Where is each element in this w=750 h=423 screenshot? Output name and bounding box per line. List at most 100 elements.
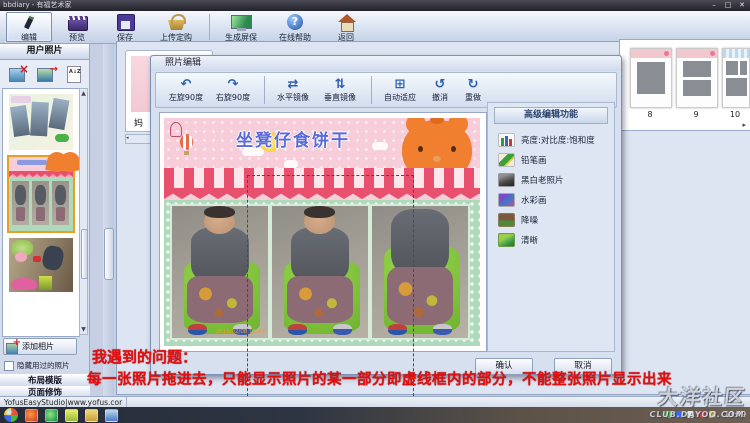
denoise-icon	[498, 213, 515, 227]
add-photo-button[interactable]: 添加相片	[3, 338, 77, 355]
taskbar-app-icon[interactable]	[105, 409, 118, 422]
dialog-toolbar-separator	[264, 76, 265, 104]
mirror-vertical-icon: ⇅	[318, 78, 362, 92]
window-controls: – □ ✕	[709, 0, 747, 11]
preview-button[interactable]: 预览	[54, 12, 100, 42]
rotate-right-icon: ↷	[211, 78, 255, 92]
advanced-panel-header: 高级编辑功能	[494, 107, 608, 124]
pencil-sketch-label: 铅笔画	[521, 154, 547, 166]
sharpen-item[interactable]: 清晰	[488, 230, 614, 250]
birdcage-icon	[170, 122, 182, 137]
hide-used-row[interactable]: 隐藏用过的照片	[4, 360, 70, 371]
rotate-left-button[interactable]: ↶ 左旋90度	[164, 78, 208, 103]
window-titlebar: bbdiary - 有福艺术家 – □ ✕	[0, 0, 750, 11]
photo-thumbnail-collage[interactable]	[9, 94, 73, 150]
page-thumbnail-9[interactable]	[676, 48, 718, 108]
sort-photos-icon[interactable]	[64, 64, 84, 83]
page-title: 坐凳仔食饼干	[236, 126, 406, 151]
dialog-toolbar-separator	[371, 76, 372, 104]
user-photo-list	[2, 88, 80, 337]
page-number: 8	[630, 110, 670, 119]
circus-tent-border	[164, 168, 480, 188]
user-photos-sidebar: 用户照片 ▲ ▼	[0, 44, 90, 396]
bw-old-photo-item[interactable]: 黑白老照片	[488, 170, 614, 190]
levels-bars-icon	[498, 133, 515, 147]
mirror-vertical-button[interactable]: ⇅ 垂直镜像	[318, 78, 362, 103]
photo-timestamp: 2012/02/08 10:04	[216, 329, 265, 335]
make-screensaver-monitor-icon	[229, 14, 253, 31]
scroll-up-icon[interactable]: ▲	[80, 90, 87, 97]
cloud-icon	[284, 160, 298, 168]
save-floppy-icon	[113, 14, 137, 31]
add-photo-icon	[6, 341, 20, 353]
online-help-globe-icon	[283, 14, 307, 31]
page-number: 10	[715, 110, 750, 119]
brightness-contrast-item[interactable]: 亮度:对比度:饱和度	[488, 130, 614, 150]
auto-fit-label: 自动适应	[384, 93, 416, 102]
denoise-label: 降噪	[521, 214, 538, 226]
rotate-left-icon: ↶	[164, 78, 208, 92]
splitter-handle[interactable]	[104, 228, 114, 280]
edit-canvas[interactable]: 坐凳仔食饼干 2012/02/08 10:04	[159, 112, 487, 352]
pencil-sketch-item[interactable]: 铅笔画	[488, 150, 614, 170]
toolbar-separator	[209, 14, 210, 40]
delete-photo-icon[interactable]	[8, 64, 28, 83]
auto-fit-button[interactable]: ⊞ 自动适应	[378, 78, 422, 103]
maximize-button[interactable]: □	[723, 0, 733, 11]
baby-photo-1[interactable]: 2012/02/08 10:04	[172, 206, 268, 338]
make-screensaver-button[interactable]: 生成屏保	[215, 12, 267, 42]
edit-button[interactable]: 编辑	[6, 12, 52, 42]
annotation-line1: 我遇到的问题：	[92, 346, 197, 367]
back-home-icon	[334, 14, 358, 31]
baby-photo-3[interactable]	[372, 206, 468, 338]
rotate-right-button[interactable]: ↷ 右旋90度	[211, 78, 255, 103]
online-help-button[interactable]: 在线帮助	[269, 12, 321, 42]
sidebar-header: 用户照片	[0, 44, 89, 60]
photo-frame-strip: 2012/02/08 10:04	[164, 200, 480, 346]
close-button[interactable]: ✕	[737, 0, 747, 11]
taskbar-app-icon[interactable]	[85, 409, 98, 422]
hot-air-balloon-icon	[180, 134, 193, 150]
app-window: bbdiary - 有福艺术家 – □ ✕ 编辑 预览 保存 上传定购 生成屏保	[0, 0, 750, 423]
save-button[interactable]: 保存	[102, 12, 148, 42]
taskbar-app-icon[interactable]	[65, 409, 78, 422]
windows-taskbar: 13:49	[0, 407, 750, 423]
taskbar-app-icon[interactable]	[25, 409, 38, 422]
sidebar-splitter[interactable]	[103, 44, 114, 396]
upload-order-button[interactable]: 上传定购	[150, 12, 202, 42]
back-button[interactable]: 返回	[323, 12, 369, 42]
scrollbar-thumb[interactable]	[81, 229, 88, 279]
photo-list-scrollbar[interactable]: ▲ ▼	[79, 88, 88, 335]
page-thumbnail-8[interactable]	[630, 48, 672, 108]
photo-thumbnail-selected-page[interactable]	[7, 155, 75, 233]
undo-button[interactable]: ↺ 撤消	[425, 78, 455, 103]
page-thumbnail-10[interactable]	[722, 48, 750, 108]
style-pages-strip: 8 9 10 ▸	[619, 39, 750, 131]
baby-photo-2[interactable]	[272, 206, 368, 338]
scroll-down-icon[interactable]: ▼	[80, 326, 87, 333]
album-page[interactable]: 坐凳仔食饼干 2012/02/08 10:04	[164, 118, 480, 346]
preview-button-label: 预览	[69, 33, 85, 42]
minimize-button[interactable]: –	[709, 0, 719, 11]
hide-used-checkbox[interactable]	[4, 361, 14, 371]
annotation-line2: 每一张照片拖进去，只能显示照片的某一部分即虚线框内的部分，不能整张照片显示出来	[87, 368, 750, 389]
undo-label: 撤消	[432, 93, 448, 102]
strip-scroll-icon[interactable]: ▸	[742, 121, 746, 129]
export-photo-icon[interactable]	[36, 64, 56, 83]
taskbar-app-icon[interactable]	[45, 409, 58, 422]
watercolor-icon	[498, 193, 515, 207]
hide-used-label: 隐藏用过的照片	[17, 360, 70, 371]
photo-thumbnail-bath[interactable]	[9, 238, 73, 292]
flower-icon	[664, 51, 669, 56]
redo-button[interactable]: ↻ 重做	[458, 78, 488, 103]
advanced-edit-panel: 高级编辑功能 亮度:对比度:饱和度 铅笔画 黑白老照片 水彩画 降噪	[487, 102, 615, 352]
mirror-horizontal-button[interactable]: ⇄ 水平镜像	[271, 78, 315, 103]
start-button[interactable]	[3, 407, 19, 423]
denoise-item[interactable]: 降噪	[488, 210, 614, 230]
redo-icon: ↻	[458, 78, 488, 92]
bw-old-photo-icon	[498, 173, 515, 187]
undo-icon: ↺	[425, 78, 455, 92]
sharpen-label: 清晰	[521, 234, 538, 246]
mirror-vertical-label: 垂直镜像	[324, 93, 356, 102]
watercolor-item[interactable]: 水彩画	[488, 190, 614, 210]
